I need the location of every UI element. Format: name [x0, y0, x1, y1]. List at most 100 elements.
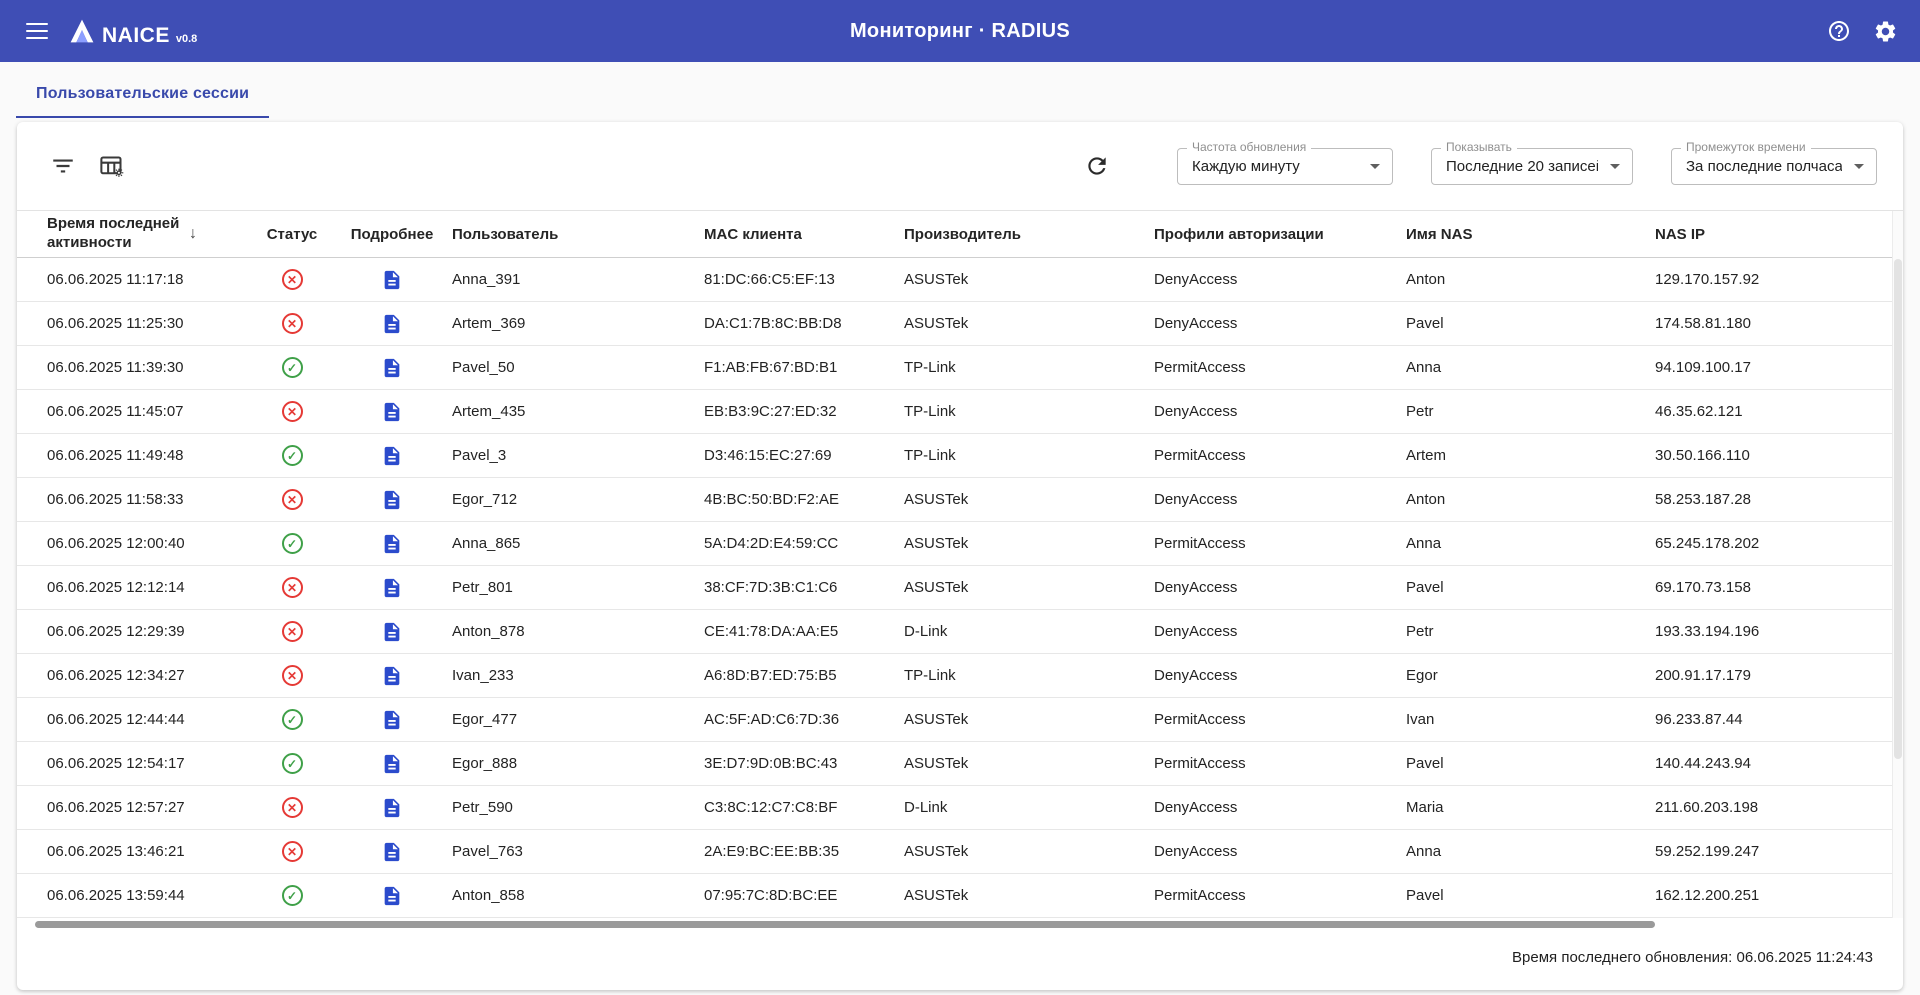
cell-vendor: TP-Link: [904, 447, 1154, 464]
app-version: v0.8: [176, 33, 197, 45]
cell-nas-ip: 174.58.81.180: [1655, 315, 1891, 332]
refresh-rate-select[interactable]: Частота обновления Каждую минуту: [1177, 148, 1393, 185]
chevron-down-icon: [1370, 164, 1380, 169]
cell-status: ✕: [252, 841, 332, 862]
details-button[interactable]: [379, 443, 405, 469]
cell-vendor: ASUSTek: [904, 491, 1154, 508]
header-mac[interactable]: MAC клиента: [704, 226, 904, 243]
cell-mac: A6:8D:B7:ED:75:B5: [704, 667, 904, 684]
cell-vendor: ASUSTek: [904, 535, 1154, 552]
settings-gear-icon[interactable]: [1870, 16, 1900, 46]
table-row: 06.06.2025 12:44:44✓Egor_477AC:5F:AD:C6:…: [17, 698, 1903, 742]
cell-status: ✓: [252, 533, 332, 554]
cell-vendor: TP-Link: [904, 359, 1154, 376]
cell-nas-name: Pavel: [1406, 887, 1655, 904]
cell-auth-profile: DenyAccess: [1154, 623, 1406, 640]
cell-user: Artem_435: [452, 403, 704, 420]
app-bar: NAICE v0.8 Мониторинг · RADIUS: [0, 0, 1920, 62]
cell-details: [332, 795, 452, 821]
cell-vendor: ASUSTek: [904, 887, 1154, 904]
details-button[interactable]: [379, 751, 405, 777]
cell-nas-name: Petr: [1406, 623, 1655, 640]
cell-nas-name: Anna: [1406, 843, 1655, 860]
tab-user-sessions[interactable]: Пользовательские сессии: [16, 67, 269, 118]
status-permitted-icon: ✓: [282, 885, 303, 906]
refresh-rate-value: Каждую минуту: [1192, 158, 1300, 175]
column-settings-icon[interactable]: [95, 150, 127, 182]
header-auth-profile[interactable]: Профили авторизации: [1154, 226, 1406, 243]
cell-last-activity: 06.06.2025 12:12:14: [47, 579, 252, 596]
details-button[interactable]: [379, 795, 405, 821]
show-count-select[interactable]: Показывать Последние 20 записей: [1431, 148, 1633, 185]
cell-auth-profile: PermitAccess: [1154, 535, 1406, 552]
details-button[interactable]: [379, 311, 405, 337]
time-window-label: Промежуток времени: [1681, 141, 1811, 154]
horizontal-scrollbar-thumb[interactable]: [35, 921, 1655, 928]
status-permitted-icon: ✓: [282, 753, 303, 774]
cell-user: Anton_858: [452, 887, 704, 904]
cell-nas-name: Pavel: [1406, 755, 1655, 772]
refresh-icon[interactable]: [1081, 150, 1113, 182]
page-title: Мониторинг · RADIUS: [850, 20, 1070, 43]
details-button[interactable]: [379, 575, 405, 601]
cell-user: Pavel_763: [452, 843, 704, 860]
cell-vendor: ASUSTek: [904, 711, 1154, 728]
cell-auth-profile: DenyAccess: [1154, 579, 1406, 596]
cell-last-activity: 06.06.2025 12:57:27: [47, 799, 252, 816]
vertical-scrollbar-thumb[interactable]: [1894, 259, 1902, 759]
details-button[interactable]: [379, 839, 405, 865]
cell-vendor: D-Link: [904, 799, 1154, 816]
filter-icon[interactable]: [47, 150, 79, 182]
details-button[interactable]: [379, 663, 405, 689]
details-button[interactable]: [379, 883, 405, 909]
cell-mac: F1:AB:FB:67:BD:B1: [704, 359, 904, 376]
cell-mac: 81:DC:66:C5:EF:13: [704, 271, 904, 288]
table-row: 06.06.2025 12:54:17✓Egor_8883E:D7:9D:0B:…: [17, 742, 1903, 786]
table-row: 06.06.2025 11:25:30✕Artem_369DA:C1:7B:8C…: [17, 302, 1903, 346]
header-status[interactable]: Статус: [252, 226, 332, 243]
status-denied-icon: ✕: [282, 269, 303, 290]
cell-status: ✕: [252, 313, 332, 334]
details-button[interactable]: [379, 619, 405, 645]
header-vendor[interactable]: Производитель: [904, 226, 1154, 243]
table-row: 06.06.2025 12:12:14✕Petr_80138:CF:7D:3B:…: [17, 566, 1903, 610]
cell-auth-profile: DenyAccess: [1154, 315, 1406, 332]
header-nas-name[interactable]: Имя NAS: [1406, 226, 1655, 243]
cell-user: Egor_712: [452, 491, 704, 508]
header-last-activity[interactable]: Время последней активности ↓: [47, 215, 252, 253]
details-button[interactable]: [379, 355, 405, 381]
details-button[interactable]: [379, 531, 405, 557]
cell-status: ✓: [252, 753, 332, 774]
time-window-select[interactable]: Промежуток времени За последние полчаса: [1671, 148, 1877, 185]
cell-status: ✕: [252, 577, 332, 598]
menu-icon[interactable]: [20, 14, 54, 48]
table-row: 06.06.2025 13:59:44✓Anton_85807:95:7C:8D…: [17, 874, 1903, 918]
table-row: 06.06.2025 11:17:18✕Anna_39181:DC:66:C5:…: [17, 258, 1903, 302]
cell-auth-profile: PermitAccess: [1154, 887, 1406, 904]
cell-vendor: TP-Link: [904, 403, 1154, 420]
cell-nas-ip: 65.245.178.202: [1655, 535, 1891, 552]
table-body: 06.06.2025 11:17:18✕Anna_39181:DC:66:C5:…: [17, 258, 1903, 918]
header-user[interactable]: Пользователь: [452, 226, 704, 243]
cell-auth-profile: DenyAccess: [1154, 271, 1406, 288]
details-button[interactable]: [379, 707, 405, 733]
cell-status: ✕: [252, 401, 332, 422]
details-button[interactable]: [379, 399, 405, 425]
sort-desc-icon[interactable]: ↓: [189, 225, 197, 243]
app-name: NAICE: [102, 25, 170, 46]
header-nas-ip[interactable]: NAS IP: [1655, 226, 1891, 243]
cell-mac: 2A:E9:BC:EE:BB:35: [704, 843, 904, 860]
cell-status: ✕: [252, 269, 332, 290]
header-details[interactable]: Подробнее: [332, 226, 452, 243]
cell-status: ✕: [252, 489, 332, 510]
cell-last-activity: 06.06.2025 11:39:30: [47, 359, 252, 376]
horizontal-scrollbar: [17, 918, 1903, 931]
details-button[interactable]: [379, 267, 405, 293]
help-icon[interactable]: [1824, 16, 1854, 46]
card-footer: Время последнего обновления: 06.06.2025 …: [17, 931, 1903, 990]
cell-nas-ip: 193.33.194.196: [1655, 623, 1891, 640]
details-button[interactable]: [379, 487, 405, 513]
sessions-table: Время последней активности ↓ Статус Подр…: [17, 210, 1903, 918]
cell-auth-profile: PermitAccess: [1154, 359, 1406, 376]
cell-last-activity: 06.06.2025 12:29:39: [47, 623, 252, 640]
